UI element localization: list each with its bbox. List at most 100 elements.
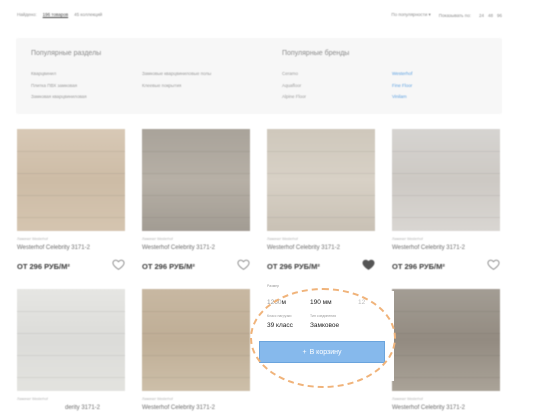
product-card[interactable]: Ламинат Westerhof Westerhof Celebrity 31… [17, 129, 125, 271]
sort-label: По популярности [391, 12, 428, 17]
plank-seam [267, 173, 375, 174]
brand-link[interactable]: Aquafloor [282, 80, 306, 92]
plank-seam [142, 333, 250, 334]
product-price: ОТ 296 РУБ/М² [392, 262, 445, 271]
product-card[interactable]: Ламинат Westerhof derity 3171-2 [17, 289, 125, 411]
plank-seam [17, 355, 125, 356]
collections-count: 45 коллекций [74, 12, 103, 17]
product-image[interactable] [392, 289, 500, 391]
plank-seam [392, 311, 500, 312]
plank-seam [142, 173, 250, 174]
plank-seam [142, 311, 250, 312]
product-card[interactable]: Ламинат Westerhof Westerhof Celebrity 31… [142, 289, 250, 411]
product-card[interactable]: Ламинат Westerhof Westerhof Celebrity 31… [142, 129, 250, 271]
product-image[interactable] [392, 129, 500, 231]
results-link[interactable]: 196 товаров [43, 12, 69, 17]
heart-icon[interactable] [487, 258, 500, 271]
brand-link[interactable]: Alpine Floor [282, 91, 306, 103]
heart-icon[interactable] [112, 258, 125, 271]
section-link[interactable]: Плитка ПВХ замковая [31, 80, 87, 92]
product-name[interactable]: Westerhof Celebrity 3171-2 [17, 245, 90, 251]
plank-seam [17, 195, 125, 196]
plank-seam [17, 173, 125, 174]
brand-link[interactable]: Ceramo [282, 68, 306, 80]
plank-seam [17, 377, 125, 378]
add-to-cart-label: В корзину [309, 348, 342, 356]
add-to-cart-button[interactable]: + В корзину [259, 341, 385, 363]
plank-seam [392, 195, 500, 196]
results-label: Найдено: [17, 12, 37, 17]
product-image[interactable] [267, 129, 375, 231]
page-size-48[interactable]: 48 [488, 13, 493, 18]
chevron-down-icon: ▾ [428, 12, 431, 17]
size-length: 1260м [267, 299, 286, 306]
size-length-unit: м [281, 299, 286, 306]
product-brand: Ламинат Westerhof [17, 397, 48, 401]
page-size-96[interactable]: 96 [497, 13, 502, 18]
size-width: 190 мм [310, 299, 332, 306]
plank-seam [142, 355, 250, 356]
product-image[interactable] [142, 289, 250, 391]
product-name[interactable]: Westerhof Celebrity 3171-2 [142, 405, 215, 411]
product-price: ОТ 296 РУБ/М² [267, 262, 320, 271]
page-size-24[interactable]: 24 [479, 13, 484, 18]
popular-sections-title: Популярные разделы [31, 50, 102, 57]
plank-seam [17, 311, 125, 312]
plank-seam [142, 195, 250, 196]
plank-seam [392, 217, 500, 218]
plank-seam [142, 151, 250, 152]
product-price: ОТ 296 РУБ/М² [17, 262, 70, 271]
product-image[interactable] [17, 289, 125, 391]
section-link[interactable]: Замковая кварцвиниловая [31, 91, 87, 103]
popular-brands-col1: Ceramo Aquafloor Alpine Floor [282, 68, 306, 103]
product-card[interactable]: Ламинат Westerhof Westerhof Celebrity 31… [267, 129, 375, 271]
heart-icon[interactable] [237, 258, 250, 271]
product-brand: Ламинат Westerhof [17, 237, 48, 241]
plank-seam [142, 377, 250, 378]
product-price: ОТ 296 РУБ/М² [142, 262, 195, 271]
section-link[interactable]: Клеевые покрытия [142, 80, 211, 92]
plank-seam [267, 217, 375, 218]
product-name[interactable]: Westerhof Celebrity 3171-2 [267, 245, 340, 251]
plank-seam [392, 151, 500, 152]
plus-icon: + [302, 348, 307, 356]
product-card[interactable]: Ламинат Westerhof Westerhof Celebrity 31… [392, 129, 500, 271]
product-brand: Ламинат Westerhof [142, 237, 173, 241]
brand-link[interactable]: Vinilam [392, 91, 412, 103]
popular-brands-col2: Westerhof Fine Floor Vinilam [392, 68, 412, 103]
plank-seam [17, 333, 125, 334]
product-name[interactable]: Westerhof Celebrity 3171-2 [392, 405, 465, 411]
class-value: 39 класс [267, 322, 293, 329]
size-label: Размер [267, 284, 280, 288]
sort-dropdown[interactable]: По популярности ▾ [391, 12, 430, 18]
product-image[interactable] [17, 129, 125, 231]
product-name[interactable]: derity 3171-2 [65, 405, 100, 411]
plank-seam [142, 217, 250, 218]
product-card[interactable]: Ламинат Westerhof Westerhof Celebrity 31… [392, 289, 500, 411]
product-brand: Ламинат Westerhof [142, 397, 173, 401]
results-info: Найдено: 196 товаров 45 коллекций [17, 12, 102, 17]
class-label: Класс нагрузки [267, 314, 292, 318]
product-name[interactable]: Westerhof Celebrity 3171-2 [142, 245, 215, 251]
lock-label: Тип соединения [310, 314, 337, 318]
top-bar: Найдено: 196 товаров 45 коллекций По поп… [0, 0, 544, 30]
popular-sections-col1: Кварцвинил Плитка ПВХ замковая Замковая … [31, 68, 87, 103]
section-link[interactable]: Замковые кварцвиниловые полы [142, 68, 211, 80]
plank-seam [392, 333, 500, 334]
plank-seam [392, 173, 500, 174]
brand-link[interactable]: Fine Floor [392, 80, 412, 92]
product-brand: Ламинат Westerhof [267, 237, 298, 241]
page-size-options: 24 48 96 [479, 13, 502, 18]
brand-link[interactable]: Westerhof [392, 68, 412, 80]
sort-controls: По популярности ▾ Показывать по: 24 48 9… [391, 12, 502, 18]
section-link[interactable]: Кварцвинил [31, 68, 87, 80]
product-brand: Ламинат Westerhof [392, 237, 423, 241]
size-thickness: 12 [358, 299, 366, 306]
product-image[interactable] [142, 129, 250, 231]
heart-filled-icon[interactable] [362, 258, 375, 271]
plank-seam [392, 355, 500, 356]
lock-value: Замковое [310, 322, 340, 329]
show-label: Показывать по: [438, 12, 471, 18]
product-name[interactable]: Westerhof Celebrity 3171-2 [392, 245, 465, 251]
product-brand: Ламинат Westerhof [392, 397, 423, 401]
